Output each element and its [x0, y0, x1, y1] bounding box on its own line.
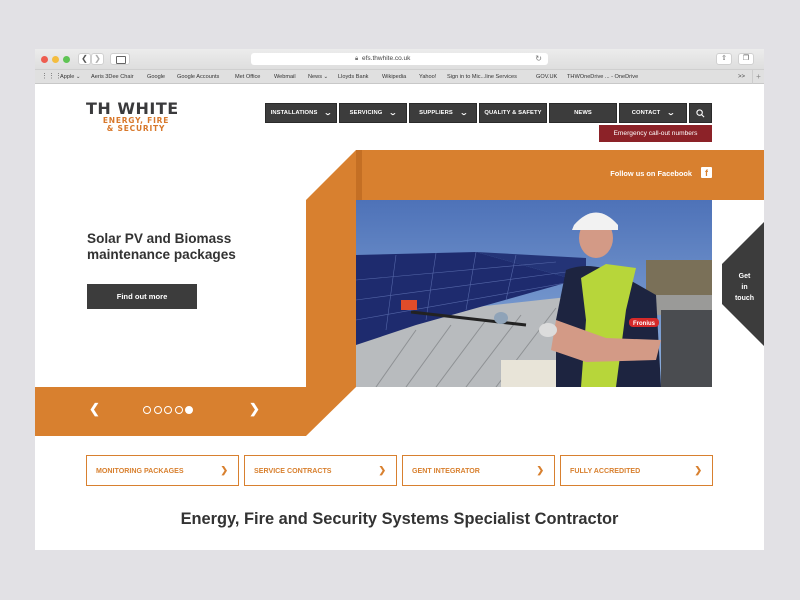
- bookmark-item[interactable]: Aeris 3Dee Chair: [91, 70, 134, 84]
- chevron-right-icon: ❯: [378, 465, 386, 475]
- logo-wordmark: TH WHITE: [86, 99, 179, 118]
- fronius-badge: Fronius: [633, 321, 656, 327]
- get-in-touch-label[interactable]: Get in touch: [732, 271, 757, 304]
- nav-label: NEWS: [574, 110, 592, 116]
- bookmark-item[interactable]: THWOneDrive ... - OneDrive: [567, 70, 638, 84]
- chevron-left-icon: ❮: [81, 54, 88, 63]
- bookmark-item[interactable]: Google: [147, 70, 165, 84]
- share-icon: ⇧: [721, 55, 727, 62]
- nav-label: SUPPLIERS: [419, 110, 453, 116]
- slider-dot-active[interactable]: [185, 406, 193, 414]
- hero-image: Fronius: [356, 200, 712, 387]
- site-logo[interactable]: TH WHITE ENERGY, FIRE & SECURITY: [86, 101, 196, 133]
- bookmark-item[interactable]: Lloyds Bank: [338, 70, 368, 84]
- nav-label: QUALITY & SAFETY: [484, 110, 542, 116]
- hero-title-line1: Solar PV and Biomass: [87, 231, 232, 246]
- bookmark-item[interactable]: Sign in to Mic...line Services: [447, 70, 517, 84]
- find-out-more-button[interactable]: Find out more: [87, 284, 197, 309]
- tabs-icon: ❐: [742, 55, 750, 62]
- bookmarks-bar: ⋮⋮⋮ Apple ⌄ Aeris 3Dee Chair Google Goog…: [35, 70, 764, 84]
- feature-label: MONITORING PACKAGES: [96, 466, 184, 475]
- chevron-right-icon: ❯: [94, 54, 101, 63]
- bookmark-item[interactable]: GOV.UK: [536, 70, 557, 84]
- forward-button[interactable]: ❯: [91, 53, 104, 65]
- feature-fully-accredited[interactable]: FULLY ACCREDITED ❯: [560, 455, 713, 486]
- facebook-follow-link[interactable]: Follow us on Facebook: [610, 169, 692, 178]
- emergency-callout-button[interactable]: Emergency call-out numbers: [599, 125, 712, 142]
- nav-label: CONTACT: [631, 110, 661, 116]
- nav-servicing[interactable]: SERVICING ⌄: [339, 103, 407, 123]
- browser-window: ❮ ❯ 🔒︎ efs.thwhite.co.uk ↻ ⇧ ❐ ⋮⋮⋮ Apple…: [35, 49, 764, 550]
- feature-gent-integrator[interactable]: GENT INTEGRATOR ❯: [402, 455, 555, 486]
- reload-icon[interactable]: ↻: [535, 53, 542, 65]
- solar-engineer-photo: Fronius: [356, 200, 712, 387]
- back-button[interactable]: ❮: [78, 53, 91, 65]
- nav-label: SERVICING: [349, 110, 383, 116]
- feature-label: GENT INTEGRATOR: [412, 466, 480, 475]
- chevron-down-icon: ⌄: [666, 110, 676, 117]
- get-in-touch-line: touch: [734, 295, 755, 302]
- bookmark-item[interactable]: Apple ⌄: [60, 70, 81, 84]
- feature-service-contracts[interactable]: SERVICE CONTRACTS ❯: [244, 455, 397, 486]
- bookmark-item[interactable]: Wikipedia: [382, 70, 406, 84]
- nav-installations[interactable]: INSTALLATIONS ⌄: [265, 103, 337, 123]
- url-text: efs.thwhite.co.uk: [362, 55, 411, 62]
- bookmark-item[interactable]: Google Accounts: [177, 70, 219, 84]
- share-button[interactable]: ⇧: [716, 53, 732, 65]
- nav-quality-safety[interactable]: QUALITY & SAFETY: [479, 103, 547, 123]
- search-icon: [696, 108, 705, 117]
- feature-label: FULLY ACCREDITED: [570, 466, 641, 475]
- feature-links: MONITORING PACKAGES ❯ SERVICE CONTRACTS …: [86, 455, 713, 486]
- chevron-right-icon: ❯: [536, 465, 544, 475]
- close-window-button[interactable]: [41, 56, 48, 63]
- hero-title-line2: maintenance packages: [87, 247, 236, 262]
- chevron-down-icon: ⌄: [459, 110, 469, 117]
- more-bookmarks-button[interactable]: >>: [738, 70, 745, 84]
- chevron-down-icon: ⌄: [388, 110, 398, 117]
- chevron-right-icon: ❯: [694, 465, 702, 475]
- search-button[interactable]: [689, 103, 712, 123]
- main-navigation: INSTALLATIONS ⌄ SERVICING ⌄ SUPPLIERS ⌄ …: [265, 103, 712, 123]
- hero-title: Solar PV and Biomass maintenance package…: [87, 231, 236, 263]
- slider-pagination: [143, 406, 193, 414]
- nav-news[interactable]: NEWS: [549, 103, 617, 123]
- browser-toolbar: ❮ ❯ 🔒︎ efs.thwhite.co.uk ↻ ⇧ ❐: [35, 49, 764, 70]
- slider-dot[interactable]: [153, 406, 162, 414]
- bookmark-item[interactable]: News ⌄: [308, 70, 328, 84]
- feature-monitoring-packages[interactable]: MONITORING PACKAGES ❯: [86, 455, 239, 486]
- get-in-touch-line: in: [741, 284, 748, 291]
- slider-prev-button[interactable]: ❮: [89, 401, 100, 417]
- slider-next-button[interactable]: ❯: [249, 401, 260, 417]
- feature-label: SERVICE CONTRACTS: [254, 466, 332, 475]
- slider-dot[interactable]: [164, 406, 172, 414]
- get-in-touch-line: Get: [738, 273, 751, 280]
- nav-label: INSTALLATIONS: [270, 110, 318, 116]
- logo-tagline-line2: & SECURITY: [106, 124, 166, 133]
- new-tab-button[interactable]: +: [752, 70, 764, 84]
- nav-contact[interactable]: CONTACT ⌄: [619, 103, 687, 123]
- grid-icon[interactable]: ⋮⋮⋮: [41, 70, 62, 84]
- tab-overview-button[interactable]: ❐: [738, 53, 754, 65]
- minimize-window-button[interactable]: [52, 56, 59, 63]
- bookmark-item[interactable]: Met Office: [235, 70, 260, 84]
- facebook-icon[interactable]: f: [701, 167, 712, 178]
- slider-dot[interactable]: [174, 406, 183, 414]
- sidebar-toggle-button[interactable]: [110, 53, 130, 65]
- maximize-window-button[interactable]: [63, 56, 70, 63]
- chevron-right-icon: ❯: [220, 465, 228, 475]
- hero-side-strip: [306, 150, 356, 387]
- bookmark-item[interactable]: Yahoo!: [419, 70, 436, 84]
- slider-dot[interactable]: [143, 406, 151, 414]
- page-tagline: Energy, Fire and Security Systems Specia…: [180, 510, 619, 528]
- web-page: TH WHITE ENERGY, FIRE & SECURITY INSTALL…: [35, 85, 764, 550]
- nav-suppliers[interactable]: SUPPLIERS ⌄: [409, 103, 477, 123]
- address-bar[interactable]: 🔒︎ efs.thwhite.co.uk ↻: [251, 53, 548, 65]
- lock-icon: 🔒︎: [355, 56, 359, 62]
- bookmark-item[interactable]: Webmail: [274, 70, 296, 84]
- hero-bottom-band: [35, 387, 356, 436]
- chevron-down-icon: ⌄: [323, 110, 333, 117]
